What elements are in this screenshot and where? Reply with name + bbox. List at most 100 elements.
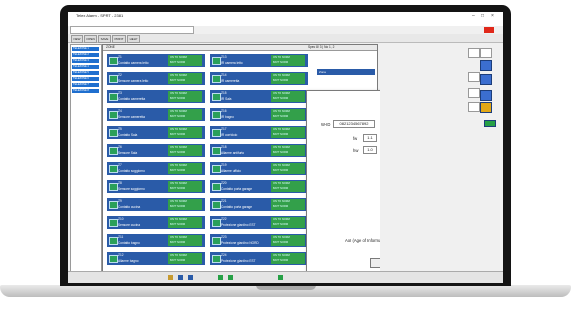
tree-item[interactable]: TELEZONE 8 [72, 89, 99, 93]
zone-status-line: ON TO NORM [170, 74, 187, 77]
tree-item[interactable]: TELEZONE 2 [72, 53, 99, 57]
tree-item[interactable]: TELEZONE 5 [72, 71, 99, 75]
zone-tile[interactable]: Z16 IR bagno ON TO NORM BATT NORM [210, 108, 308, 121]
status-icon-1[interactable] [168, 275, 173, 280]
zone-tile[interactable]: Z15 IR Sala ON TO NORM BATT NORM [210, 90, 308, 103]
zone-tile[interactable]: Z3 Contatto cameretta ON TO NORM BATT NORM [107, 90, 205, 103]
monitor-icon[interactable] [480, 60, 492, 71]
zone-sensor-icon [212, 111, 221, 119]
dock-button-1[interactable] [468, 48, 480, 58]
zone-name: IR camera letto [221, 61, 243, 65]
zone-tile[interactable]: Z18 Allarme antifurto ON TO NORM BATT NORM [210, 144, 308, 157]
zone-battery-line: BATT NORM [170, 133, 186, 136]
zone-tile[interactable]: Z9 Contatto cucina ON TO NORM BATT NORM [107, 198, 205, 211]
zone-status: ON TO NORM BATT NORM [168, 235, 202, 246]
zone-sensor-icon [109, 183, 118, 191]
status-icon-6[interactable] [278, 275, 283, 280]
zone-tile[interactable]: Z22 Protezione giardino EST ON TO NORM BATT… [210, 216, 308, 229]
zone-status-line: ON TO NORM [170, 128, 187, 131]
toolbar-button-save[interactable]: SAVE [98, 35, 111, 43]
network-icon[interactable] [480, 74, 492, 85]
zone-tile[interactable]: Z10 Sensore cucina ON TO NORM BATT NORM [107, 216, 205, 229]
zone-tile[interactable]: Z24 Protezione giardino EST ON TO NORM BATT… [210, 252, 308, 265]
zone-tile[interactable]: Z19 Allarme ufficio ON TO NORM BATT NORM [210, 162, 308, 175]
tree-item[interactable]: TELEZONE 3 [72, 59, 99, 63]
zone-status-line: ON TO NORM [170, 56, 187, 59]
tree-item[interactable]: TELEZONE 7 [72, 83, 99, 87]
status-icon-5[interactable] [228, 275, 233, 280]
tree-item[interactable]: TELEZONE 4 [72, 65, 99, 69]
zone-tile[interactable]: Z12 Allarme bagno ON TO NORM BATT NORM [107, 252, 205, 265]
zone-name: Sensore camera letto [118, 79, 149, 83]
zone-battery-line: BATT NORM [170, 205, 186, 208]
zone-sensor-icon [212, 201, 221, 209]
zone-status-line: ON TO NORM [170, 110, 187, 113]
maximize-icon[interactable]: □ [481, 13, 484, 19]
toolbar-button-new[interactable]: NEW [71, 35, 83, 43]
zone-tile[interactable]: Z5 Contatto Sala ON TO NORM BATT NORM [107, 126, 205, 139]
zone-tile[interactable]: Z6 Sensore Sala ON TO NORM BATT NORM [107, 144, 205, 157]
zone-tile[interactable]: Z23 Protezione giardino NORD ON TO NORM BAT… [210, 234, 308, 247]
status-icon-4[interactable] [218, 275, 223, 280]
zone-code: Z12 [118, 253, 124, 257]
zone-tile[interactable]: Z21 Contatto porta garage ON TO NORM BATT N… [210, 198, 308, 211]
zone-status: ON TO NORM BATT NORM [271, 109, 305, 120]
zone-tile[interactable]: Z4 Sensore cameretta ON TO NORM BATT NORM [107, 108, 205, 121]
toolbar-button-help[interactable]: HELP [127, 35, 140, 43]
zone-tile[interactable]: Z2 Sensore camera letto ON TO NORM BATT NOR… [107, 72, 205, 85]
zone-status: ON TO NORM BATT NORM [271, 217, 305, 228]
zone-sensor-icon [109, 219, 118, 227]
minimize-icon[interactable]: – [472, 13, 475, 19]
status-bar [68, 271, 503, 283]
user-icon[interactable] [480, 102, 492, 113]
zone-tile[interactable]: Z8 Sensore soggiorno ON TO NORM BATT NORM [107, 180, 205, 193]
key-icon[interactable] [484, 120, 496, 127]
toolbar-button-print[interactable]: PRINT [112, 35, 126, 43]
status-icon-2[interactable] [178, 275, 183, 280]
zone-battery-line: BATT NORM [170, 187, 186, 190]
zone-tile[interactable]: Z17 IR corridoio ON TO NORM BATT NORM [210, 126, 308, 139]
zone-code: Z13 [221, 55, 227, 59]
dock-button-4[interactable] [468, 88, 480, 98]
zone-battery-line: BATT NORM [273, 151, 289, 154]
close-icon[interactable]: × [491, 13, 494, 19]
zone-tile[interactable]: Z1 Contatto camera letto ON TO NORM BATT NO… [107, 54, 205, 67]
dock-button-5[interactable] [468, 102, 480, 112]
zone-status-line: ON TO NORM [170, 92, 187, 95]
zone-name: Allarme antifurto [221, 151, 245, 155]
dock-button-3[interactable] [468, 72, 480, 82]
zone-code: Z20 [221, 181, 227, 185]
tree-item[interactable]: TELEZONE 1 [72, 47, 99, 51]
zone-name: Sensore cameretta [118, 115, 145, 119]
zone-status: ON TO NORM BATT NORM [168, 109, 202, 120]
zone-name: IR corridoio [221, 133, 238, 137]
zone-tile[interactable]: Z14 IR cameretta ON TO NORM BATT NORM [210, 72, 308, 85]
zone-status-line: ON TO NORM [273, 110, 290, 113]
zone-code: Z17 [221, 127, 227, 131]
zone-battery-line: BATT NORM [170, 169, 186, 172]
path-field[interactable] [70, 26, 194, 34]
zone-battery-line: BATT NORM [170, 79, 186, 82]
zone-tile[interactable]: Z20 Contatto porta garage ON TO NORM BATT N… [210, 180, 308, 193]
side-strip[interactable]: Zona [317, 69, 375, 75]
zone-code: Z5 [118, 127, 122, 131]
zone-status-line: ON TO NORM [273, 182, 290, 185]
tree-item[interactable]: TELEZONE 6 [72, 77, 99, 81]
zone-tile[interactable]: Z13 IR camera letto ON TO NORM BATT NORM [210, 54, 308, 67]
server-icon[interactable] [480, 90, 492, 101]
zone-tile[interactable]: Z11 Contatto bagno ON TO NORM BATT NORM [107, 234, 205, 247]
status-icon-3[interactable] [188, 275, 193, 280]
wid-label: W-ID [321, 122, 331, 127]
red-close-icon[interactable] [484, 27, 494, 33]
zone-code: Z23 [221, 235, 227, 239]
panel-header: ZONE Spec 8/ 3 | No 1, 2 [103, 45, 377, 51]
wid-value: 0821234567892 [333, 120, 375, 128]
toolbar-button-open[interactable]: OPEN [84, 35, 97, 43]
zone-sensor-icon [212, 75, 221, 83]
zone-battery-line: BATT NORM [273, 61, 289, 64]
zone-tile[interactable]: Z7 Contatto soggiorno ON TO NORM BATT NORM [107, 162, 205, 175]
toolbar: NEW OPEN SAVE PRINT HELP [68, 34, 503, 43]
zone-code: Z2 [118, 73, 122, 77]
dock-button-2[interactable] [480, 48, 492, 58]
zone-battery-line: BATT NORM [170, 259, 186, 262]
